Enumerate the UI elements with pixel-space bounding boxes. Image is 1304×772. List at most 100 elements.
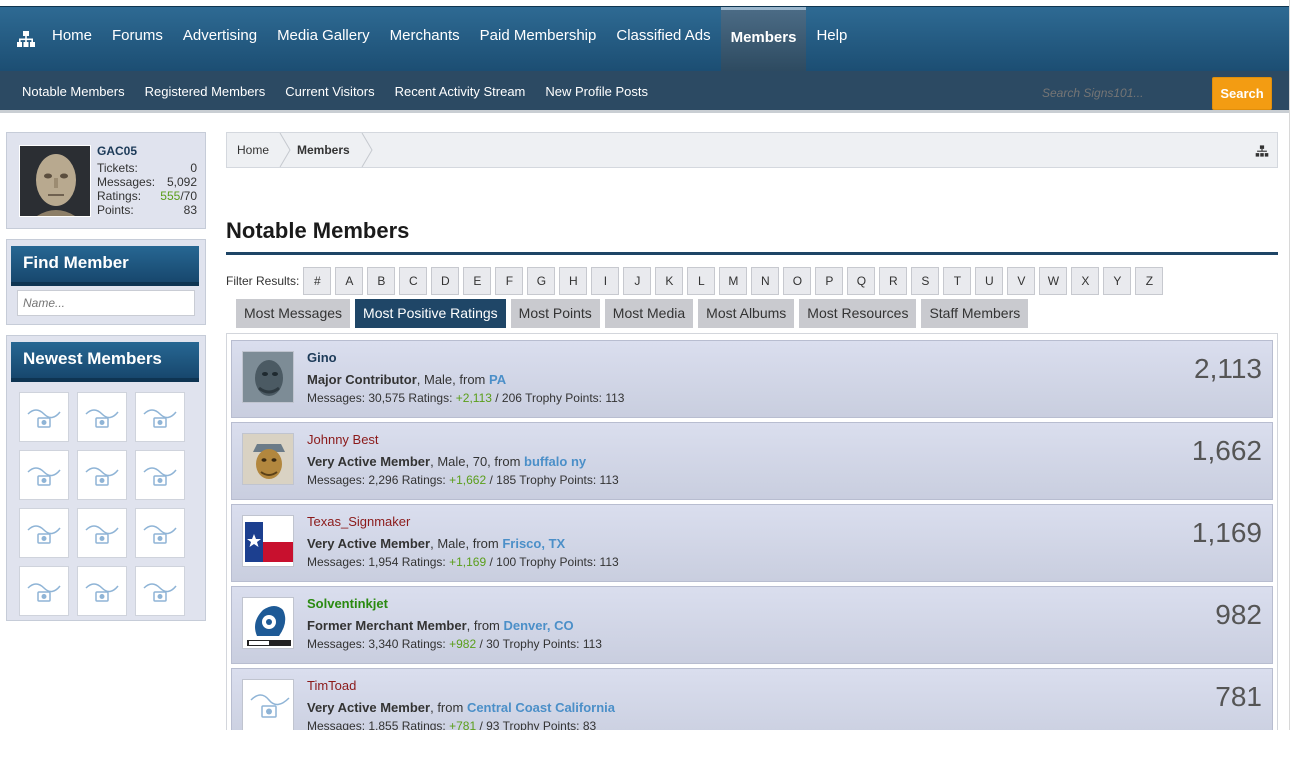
subnav-link-current-visitors[interactable]: Current Visitors — [275, 71, 384, 113]
filter-letter-n[interactable]: N — [751, 267, 780, 295]
newest-member-avatar[interactable] — [77, 450, 127, 500]
filter-letter-j[interactable]: J — [623, 267, 652, 295]
filter-letter-u[interactable]: U — [975, 267, 1004, 295]
user-avatar[interactable] — [19, 145, 91, 217]
newest-member-avatar[interactable] — [19, 392, 69, 442]
title-divider — [226, 252, 1278, 255]
filter-letter-o[interactable]: O — [783, 267, 812, 295]
member-avatar[interactable] — [242, 597, 294, 649]
sort-tab-most-positive-ratings[interactable]: Most Positive Ratings — [355, 299, 506, 328]
member-name[interactable]: Johnny Best — [307, 432, 379, 447]
newest-member-avatar[interactable] — [135, 450, 185, 500]
filter-letter-f[interactable]: F — [495, 267, 524, 295]
nav-tab-classified-ads[interactable]: Classified Ads — [606, 7, 720, 72]
filter-letter-l[interactable]: L — [687, 267, 716, 295]
subnav-link-new-profile-posts[interactable]: New Profile Posts — [535, 71, 658, 113]
member-location[interactable]: buffalo ny — [524, 454, 586, 469]
search-input[interactable] — [1036, 81, 1206, 105]
member-avatar[interactable] — [242, 679, 294, 730]
nav-tab-advertising[interactable]: Advertising — [173, 7, 267, 72]
nav-tab-help[interactable]: Help — [806, 7, 857, 72]
breadcrumb-members[interactable]: Members — [297, 133, 350, 167]
filter-letter-x[interactable]: X — [1071, 267, 1100, 295]
sort-tab-most-points[interactable]: Most Points — [510, 299, 600, 328]
search-button[interactable]: Search — [1212, 77, 1272, 110]
nav-tab-forums[interactable]: Forums — [102, 7, 173, 72]
tickets-label: Tickets: — [97, 161, 138, 175]
member-location[interactable]: Central Coast California — [467, 700, 615, 715]
default-avatar-icon — [27, 409, 61, 428]
filter-letter-w[interactable]: W — [1039, 267, 1068, 295]
filter-letter-k[interactable]: K — [655, 267, 684, 295]
sort-tab-most-media[interactable]: Most Media — [604, 299, 694, 328]
filter-letter-y[interactable]: Y — [1103, 267, 1132, 295]
filter-letter-p[interactable]: P — [815, 267, 844, 295]
newest-member-avatar[interactable] — [135, 566, 185, 616]
filter-letter-q[interactable]: Q — [847, 267, 876, 295]
visitor-username[interactable]: GAC05 — [97, 144, 137, 158]
sitemap-icon[interactable] — [1255, 144, 1269, 158]
filter-label: Filter Results: — [226, 274, 300, 288]
newest-member-avatar[interactable] — [19, 450, 69, 500]
filter-letter-c[interactable]: C — [399, 267, 428, 295]
filter-letter-h[interactable]: H — [559, 267, 588, 295]
member-messages: 1,954 — [368, 555, 399, 569]
breadcrumb-home[interactable]: Home — [237, 133, 269, 167]
subnav-link-notable-members[interactable]: Notable Members — [12, 71, 135, 113]
newest-member-avatar[interactable] — [19, 566, 69, 616]
sort-tab-most-albums[interactable]: Most Albums — [698, 299, 795, 328]
filter-letter-hash[interactable]: # — [303, 267, 332, 295]
find-member-input[interactable] — [17, 290, 195, 316]
filter-letter-m[interactable]: M — [719, 267, 748, 295]
filter-letter-b[interactable]: B — [367, 267, 396, 295]
filter-letter-a[interactable]: A — [335, 267, 364, 295]
nav-tab-media-gallery[interactable]: Media Gallery — [267, 7, 380, 72]
filter-letter-t[interactable]: T — [943, 267, 972, 295]
member-info: Major Contributor, Male, from PA — [307, 372, 506, 387]
filter-letter-i[interactable]: I — [591, 267, 620, 295]
member-avatar[interactable] — [242, 515, 294, 567]
subnav-link-recent-activity-stream[interactable]: Recent Activity Stream — [385, 71, 536, 113]
filter-letter-z[interactable]: Z — [1135, 267, 1164, 295]
newest-member-avatar[interactable] — [77, 566, 127, 616]
member-name[interactable]: Gino — [307, 350, 337, 365]
nav-tab-paid-membership[interactable]: Paid Membership — [470, 7, 607, 72]
filter-letter-s[interactable]: S — [911, 267, 940, 295]
newest-member-avatar[interactable] — [135, 508, 185, 558]
sitemap-icon[interactable] — [16, 29, 36, 49]
filter-letter-g[interactable]: G — [527, 267, 556, 295]
member-avatar[interactable] — [242, 351, 294, 403]
messages-label: Messages: — [97, 175, 156, 189]
filter-letter-v[interactable]: V — [1007, 267, 1036, 295]
newest-member-avatar[interactable] — [77, 392, 127, 442]
member-location[interactable]: Frisco, TX — [502, 536, 565, 551]
nav-tab-home[interactable]: Home — [42, 7, 102, 72]
nav-tab-merchants[interactable]: Merchants — [380, 7, 470, 72]
newest-member-avatar[interactable] — [77, 508, 127, 558]
member-score: 1,662 — [1191, 435, 1262, 466]
sort-tab-most-resources[interactable]: Most Resources — [799, 299, 917, 328]
sub-navigation: Notable Members Registered Members Current… — [0, 71, 1289, 113]
sort-tab-most-messages[interactable]: Most Messages — [236, 299, 351, 328]
member-info: Very Active Member, Male, 70, from buffa… — [307, 454, 586, 469]
filter-letter-d[interactable]: D — [431, 267, 460, 295]
sort-tab-staff-members[interactable]: Staff Members — [921, 299, 1029, 328]
member-name[interactable]: TimToad — [307, 678, 356, 693]
member-messages: 3,340 — [368, 637, 399, 651]
newest-member-avatar[interactable] — [19, 508, 69, 558]
member-name[interactable]: Solventinkjet — [307, 596, 388, 611]
breadcrumb-separator-icon — [361, 133, 373, 167]
member-location[interactable]: Denver, CO — [504, 618, 574, 633]
member-score: 982 — [1215, 599, 1262, 630]
member-ratings-rest: / 185 Trophy Points: 113 — [486, 473, 619, 487]
member-location[interactable]: PA — [489, 372, 506, 387]
newest-member-avatar[interactable] — [135, 392, 185, 442]
member-score: 2,113 — [1194, 353, 1262, 384]
filter-letter-e[interactable]: E — [463, 267, 492, 295]
subnav-link-registered-members[interactable]: Registered Members — [135, 71, 276, 113]
filter-letter-r[interactable]: R — [879, 267, 908, 295]
nav-tab-members[interactable]: Members — [720, 7, 807, 72]
default-avatar-icon — [27, 467, 61, 486]
member-avatar[interactable] — [242, 433, 294, 485]
member-name[interactable]: Texas_Signmaker — [307, 514, 410, 529]
